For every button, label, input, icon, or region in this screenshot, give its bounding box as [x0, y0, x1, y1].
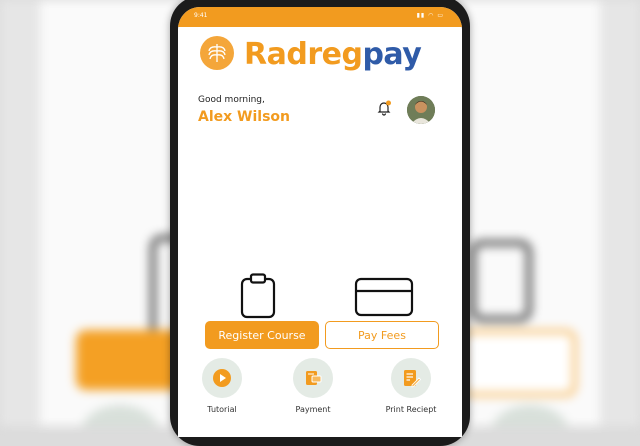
clipboard-icon [240, 273, 276, 323]
signal-icon: ▮▮ [416, 12, 426, 19]
receipt-icon-circle [391, 358, 431, 398]
battery-icon: ▭ [437, 12, 444, 19]
quick-action-tutorial[interactable]: Tutorial [187, 358, 257, 414]
quick-action-label: Print Reciept [385, 405, 437, 414]
quick-action-label: Payment [295, 405, 331, 414]
play-icon [213, 369, 231, 387]
app-screen: 9:41 ▮▮ ◠ ▭ Radregpay Good morning, Alex… [178, 7, 462, 437]
credit-card-icon [354, 277, 414, 321]
register-course-button[interactable]: Register Course [205, 321, 319, 349]
receipt-icon [404, 370, 421, 388]
logo-icon [200, 36, 234, 70]
status-bar: 9:41 ▮▮ ◠ ▭ [178, 7, 462, 27]
notification-bell-icon[interactable] [376, 100, 392, 116]
quick-action-print-receipt[interactable]: Print Reciept [376, 358, 446, 414]
pay-fees-button[interactable]: Pay Fees [325, 321, 439, 349]
payment-icon-circle [293, 358, 333, 398]
quick-action-label: Tutorial [207, 405, 237, 414]
status-time: 9:41 [194, 12, 208, 19]
quick-action-payment[interactable]: Payment [278, 358, 348, 414]
brand-logo-text: Radregpay [244, 37, 422, 72]
phone-frame: 9:41 ▮▮ ◠ ▭ Radregpay Good morning, Alex… [170, 0, 470, 446]
notification-dot [386, 100, 391, 106]
user-name: Alex Wilson [198, 109, 290, 125]
status-icons: ▮▮ ◠ ▭ [417, 12, 444, 19]
wifi-icon: ◠ [428, 12, 435, 19]
payment-icon [306, 371, 322, 385]
brand-name-part1: Radreg [244, 37, 363, 72]
avatar[interactable] [407, 96, 435, 124]
brand-name-part2: pay [362, 37, 422, 72]
tutorial-icon-circle [202, 358, 242, 398]
greeting-text: Good morning, [198, 95, 265, 105]
